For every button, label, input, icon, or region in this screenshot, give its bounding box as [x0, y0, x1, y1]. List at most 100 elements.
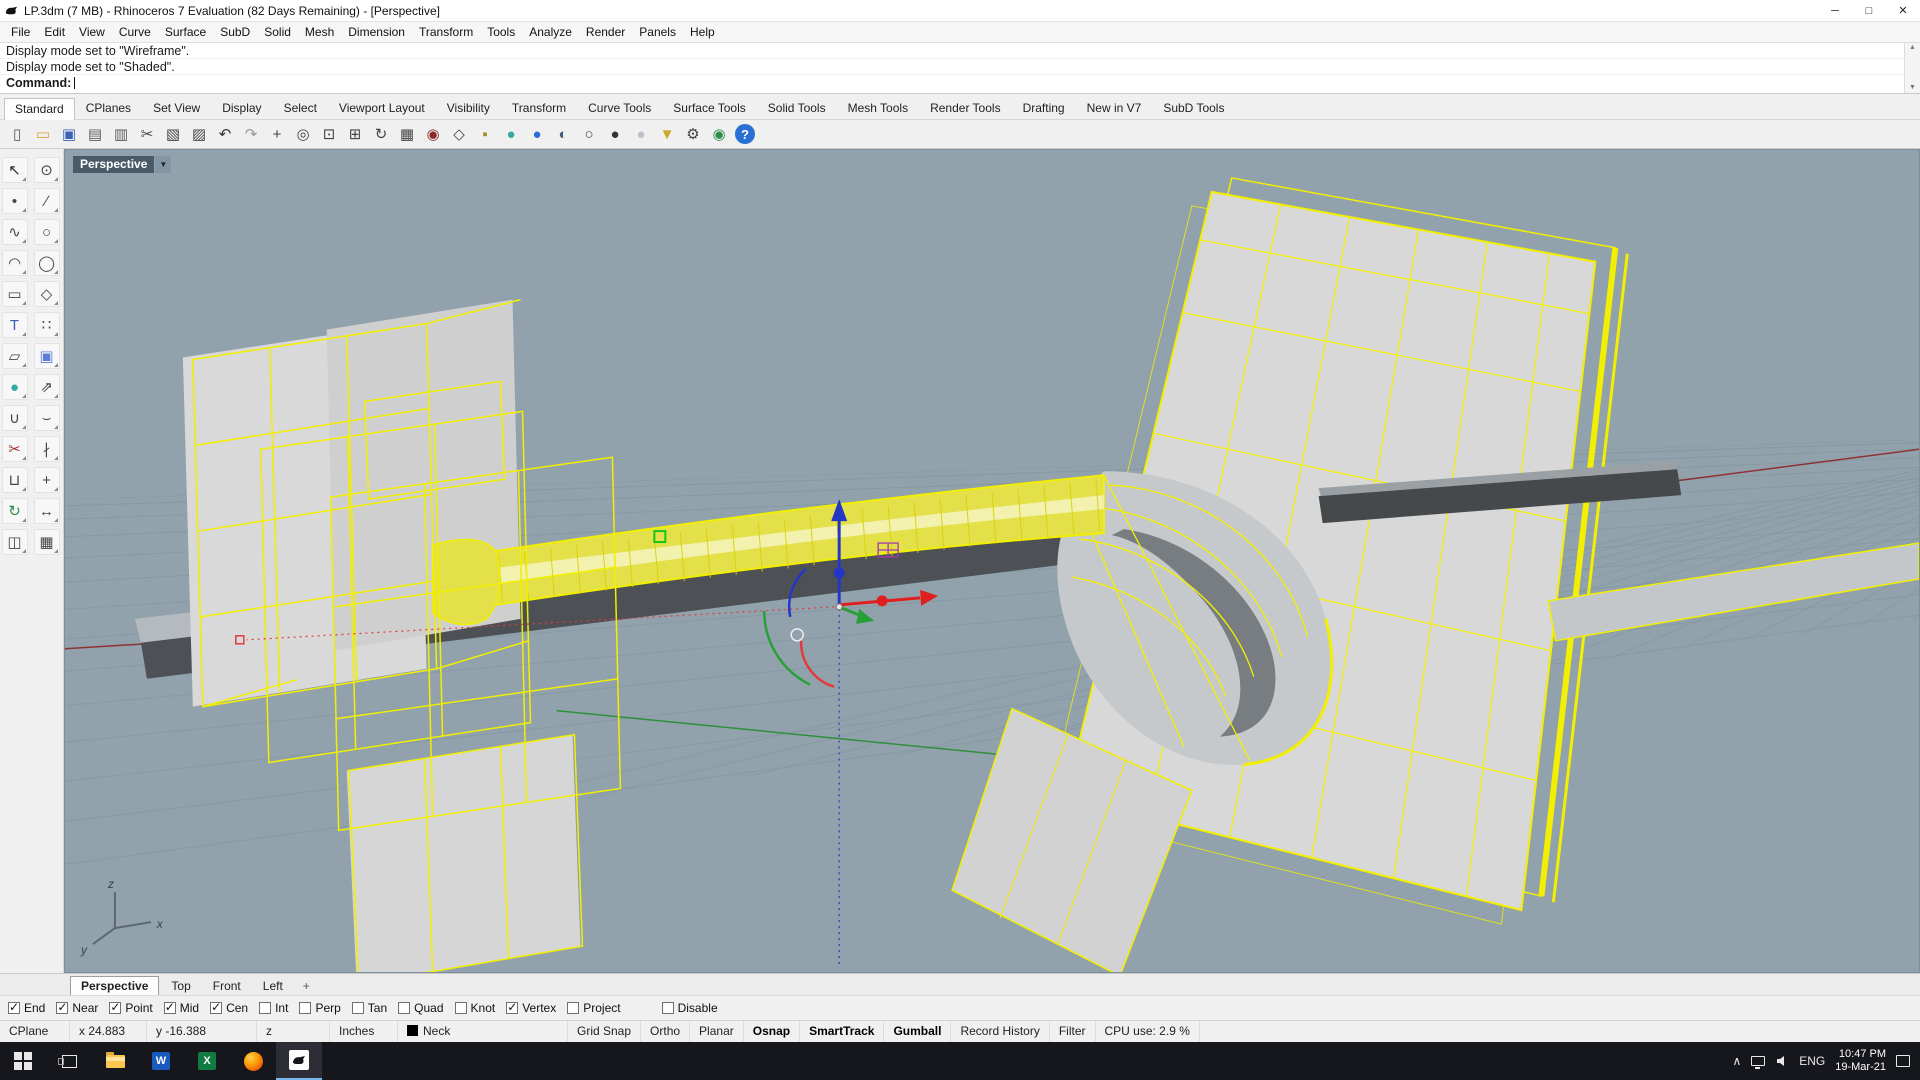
menu-item[interactable]: Curve [112, 23, 158, 41]
menu-item[interactable]: Render [579, 23, 632, 41]
status-toggle-pane[interactable]: Grid Snap [568, 1021, 641, 1042]
move-icon[interactable]: + [34, 467, 60, 493]
open-folder-icon[interactable]: ▭ [31, 122, 55, 146]
viewport-canvas[interactable]: z x y [65, 150, 1919, 972]
clock[interactable]: 10:47 PM19-Mar-21 [1835, 1048, 1886, 1074]
checkbox[interactable] [567, 1002, 579, 1014]
set-cplane-icon[interactable]: ▦ [395, 122, 419, 146]
osnap-checkbox[interactable]: Perp [299, 1001, 340, 1015]
zoom-dynamic-icon[interactable]: ◎ [291, 122, 315, 146]
toolbar-tab[interactable]: SubD Tools [1152, 97, 1235, 119]
viewport-tab[interactable]: Perspective [70, 976, 159, 995]
osnap-checkbox[interactable]: Near [56, 1001, 98, 1015]
command-scrollbar[interactable]: ▲ ▼ [1904, 43, 1920, 93]
cut-icon[interactable]: ✂ [135, 122, 159, 146]
lock-icon[interactable]: ▪ [473, 122, 497, 146]
object-snap-icon[interactable]: ◇ [447, 122, 471, 146]
selection-filter-icon[interactable]: ▼ [655, 122, 679, 146]
minimize-button[interactable]: ─ [1818, 0, 1852, 22]
toolbar-tab[interactable]: Drafting [1012, 97, 1076, 119]
cplane-pane[interactable]: CPlane [0, 1021, 70, 1042]
checkbox[interactable] [506, 1002, 518, 1014]
menu-item[interactable]: Transform [412, 23, 480, 41]
osnap-checkbox[interactable]: End [8, 1001, 45, 1015]
scale-icon[interactable]: ↔ [34, 498, 60, 524]
notification-center-icon[interactable] [1896, 1055, 1910, 1067]
menu-item[interactable]: Analyze [522, 23, 579, 41]
viewport-title-menu[interactable]: Perspective ▼ [73, 156, 171, 173]
toolbar-tab[interactable]: Standard [4, 98, 75, 120]
print-icon[interactable]: ▤ [83, 122, 107, 146]
copy-icon[interactable]: ▧ [161, 122, 185, 146]
checkbox[interactable] [398, 1002, 410, 1014]
osnap-checkbox[interactable]: Mid [164, 1001, 199, 1015]
menu-item[interactable]: View [72, 23, 112, 41]
volume-icon[interactable] [1775, 1054, 1789, 1068]
units-pane[interactable]: Inches [330, 1021, 398, 1042]
network-icon[interactable] [1751, 1056, 1765, 1066]
join-icon[interactable]: ⊔ [2, 467, 28, 493]
toolbar-tab[interactable]: Solid Tools [757, 97, 837, 119]
start-button[interactable] [0, 1042, 46, 1080]
menu-item[interactable]: Surface [158, 23, 213, 41]
new-file-icon[interactable]: ▯ [5, 122, 29, 146]
command-prompt[interactable]: Command: [0, 75, 1920, 92]
toolbar-tab[interactable]: Select [273, 97, 328, 119]
close-button[interactable]: ✕ [1886, 0, 1920, 22]
points-grid-icon[interactable]: ∷ [34, 312, 60, 338]
command-area[interactable]: Display mode set to "Wireframe". Display… [0, 43, 1920, 94]
viewport-tab[interactable]: Front [203, 977, 251, 995]
toolbar-tab[interactable]: Render Tools [919, 97, 1012, 119]
osnap-checkbox[interactable]: Int [259, 1001, 288, 1015]
fillet-edge-icon[interactable]: ⌣ [34, 405, 60, 431]
raytraced-viewport-icon[interactable]: ● [603, 122, 627, 146]
select-brush-icon[interactable]: ⊙ [34, 157, 60, 183]
sphere-icon[interactable]: ● [2, 374, 28, 400]
status-toggle-pane[interactable]: Ortho [641, 1021, 690, 1042]
osnap-checkbox[interactable]: Vertex [506, 1001, 556, 1015]
osnap-checkbox[interactable]: Quad [398, 1001, 443, 1015]
toolbar-tab[interactable]: Transform [501, 97, 577, 119]
menu-item[interactable]: Mesh [298, 23, 341, 41]
toolbar-tab[interactable]: Visibility [436, 97, 501, 119]
menu-item[interactable]: File [4, 23, 37, 41]
checkbox[interactable] [8, 1002, 20, 1014]
osnap-checkbox[interactable]: Point [109, 1001, 152, 1015]
extrude-icon[interactable]: ⇗ [34, 374, 60, 400]
task-view-button[interactable] [46, 1042, 92, 1080]
status-toggle-pane[interactable]: Osnap [744, 1021, 800, 1042]
paste-icon[interactable]: ▨ [187, 122, 211, 146]
shaded-viewport-icon[interactable]: ● [499, 122, 523, 146]
toolbar-tab[interactable]: Display [211, 97, 272, 119]
language-indicator[interactable]: ENG [1799, 1054, 1825, 1068]
mirror-icon[interactable]: ◫ [2, 529, 28, 555]
ghosted-viewport-icon[interactable]: ◐ [551, 122, 575, 146]
menu-item[interactable]: Help [683, 23, 722, 41]
boolean-union-icon[interactable]: ∪ [2, 405, 28, 431]
rotate-view-icon[interactable]: ↻ [369, 122, 393, 146]
box-icon[interactable]: ▣ [34, 343, 60, 369]
menu-item[interactable]: Solid [257, 23, 298, 41]
osnap-checkbox[interactable]: Project [567, 1001, 620, 1015]
save-icon[interactable]: ▣ [57, 122, 81, 146]
checkbox[interactable] [455, 1002, 467, 1014]
toolbar-tab[interactable]: CPlanes [75, 97, 142, 119]
scroll-down-icon[interactable]: ▼ [1909, 83, 1916, 93]
status-toggle-pane[interactable]: Filter [1050, 1021, 1096, 1042]
arc-icon[interactable]: ◠ [2, 250, 28, 276]
status-toggle-pane[interactable]: Planar [690, 1021, 744, 1042]
point-icon[interactable]: • [2, 188, 28, 214]
array-icon[interactable]: ▦ [34, 529, 60, 555]
circle-icon[interactable]: ○ [34, 219, 60, 245]
checkbox[interactable] [164, 1002, 176, 1014]
checkbox[interactable] [299, 1002, 311, 1014]
viewport-tab[interactable]: Top [161, 977, 200, 995]
toolbar-tab[interactable]: Viewport Layout [328, 97, 436, 119]
checkbox[interactable] [662, 1002, 674, 1014]
rhino-taskbar-button[interactable] [276, 1042, 322, 1080]
status-toggle-pane[interactable]: Record History [951, 1021, 1049, 1042]
osnap-checkbox[interactable]: Cen [210, 1001, 248, 1015]
status-toggle-pane[interactable]: Gumball [884, 1021, 951, 1042]
redo-icon[interactable]: ↷ [239, 122, 263, 146]
toolbar-tab[interactable]: Surface Tools [662, 97, 757, 119]
